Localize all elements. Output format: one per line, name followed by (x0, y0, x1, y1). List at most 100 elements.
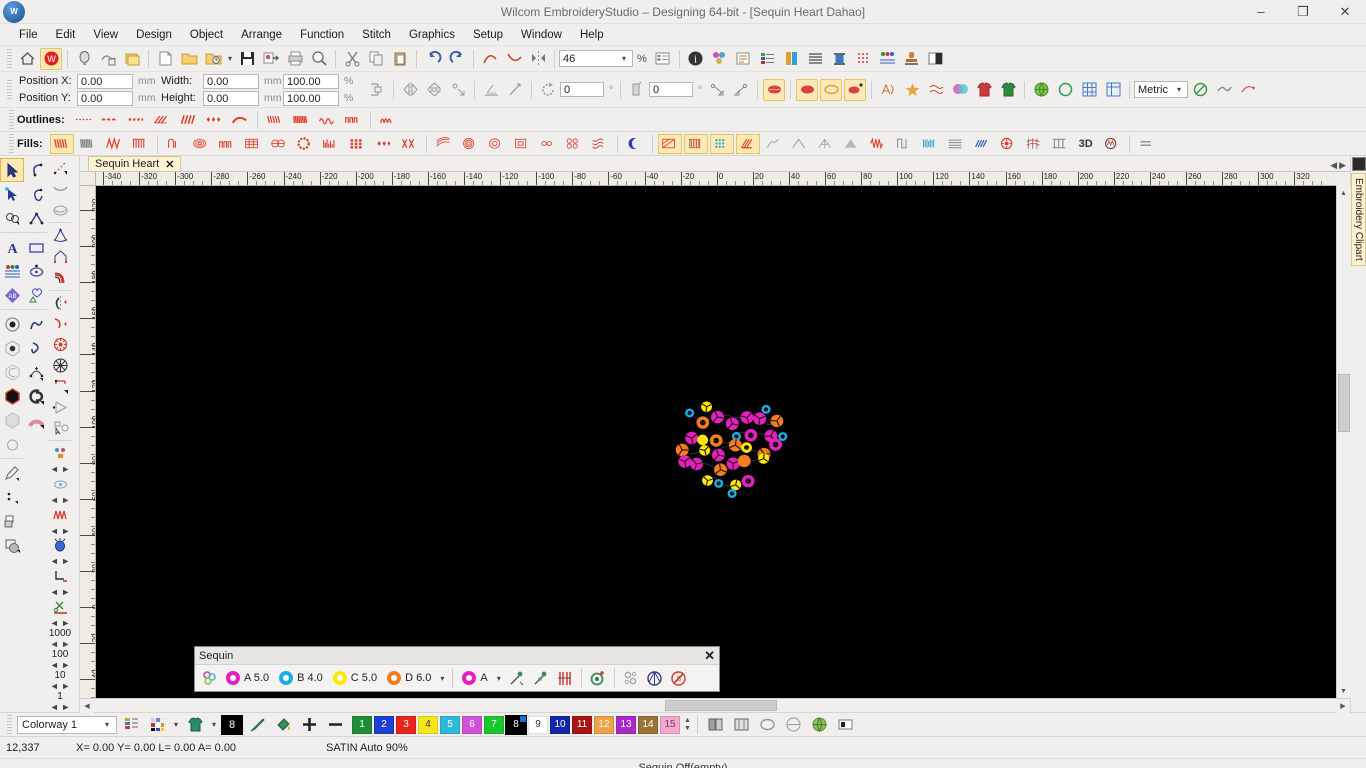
curve-tool-icon[interactable] (24, 158, 48, 182)
ellipse-outline-icon[interactable] (48, 200, 72, 221)
vertical-scrollbar[interactable]: ▲ ▼ (1336, 186, 1350, 698)
travel-cut-icon[interactable] (48, 597, 72, 618)
curve-offset-icon[interactable] (48, 267, 72, 288)
tatami-fill-icon[interactable] (50, 134, 74, 154)
print-icon[interactable] (284, 48, 306, 70)
raised-satin-icon[interactable] (315, 110, 339, 130)
insert-design-icon[interactable] (97, 48, 119, 70)
open-curve-icon[interactable] (24, 336, 48, 360)
design-canvas[interactable]: Sequin ✕ A 5.0 B 4.0 (96, 186, 1336, 698)
recent-folder-icon[interactable] (202, 48, 224, 70)
ellipse-digitize-icon[interactable] (24, 259, 48, 283)
satin-outline-icon[interactable] (263, 110, 287, 130)
paste-object-icon[interactable] (503, 48, 525, 70)
sequin-multi-icon[interactable] (710, 134, 734, 154)
skew-box-icon[interactable] (626, 79, 648, 101)
star-fill2-icon[interactable] (293, 134, 317, 154)
embroidery-clipart-tab[interactable]: Embroidery Clipart (1351, 173, 1366, 266)
spiral-tool-icon[interactable] (24, 182, 48, 206)
background-icon[interactable] (925, 48, 947, 70)
sequin-random-tool-icon[interactable] (620, 667, 642, 689)
clipart-shape-icon[interactable] (24, 283, 48, 307)
wreath-icon[interactable] (48, 334, 72, 355)
travel-arrows-6[interactable]: ◄ ► (50, 618, 70, 628)
steil-fill-icon[interactable] (128, 134, 152, 154)
mirror-object-icon[interactable] (48, 293, 72, 314)
color-palette-grid-icon[interactable] (146, 714, 168, 736)
travel-color-icon[interactable] (48, 505, 72, 526)
color-swatch-9[interactable]: 9 (528, 716, 548, 734)
travel-step-1000[interactable]: 1000 (49, 628, 71, 639)
select-stitch-icon[interactable] (48, 417, 72, 438)
sequin-chip-B[interactable]: B 4.0 (275, 670, 327, 686)
travel-step-1[interactable]: 1 (57, 691, 63, 702)
horizontal-scroll-track[interactable] (94, 699, 1336, 712)
horizontal-scroll-thumb[interactable] (665, 700, 777, 711)
undo-icon[interactable] (422, 48, 444, 70)
show-hoop-icon[interactable] (757, 714, 779, 736)
arc-tool-icon[interactable] (24, 408, 48, 432)
travel-icon[interactable] (1237, 79, 1259, 101)
stitch-grid-icon[interactable] (853, 48, 875, 70)
contour-fill-icon[interactable] (163, 134, 187, 154)
pencil-icon[interactable] (0, 461, 24, 485)
vertical-column-icon[interactable] (892, 134, 916, 154)
florentine-fill-icon[interactable] (484, 134, 508, 154)
fabric-caret-icon[interactable]: ▾ (171, 720, 181, 729)
accordion-fill-icon[interactable] (432, 134, 456, 154)
copy-object-icon[interactable] (479, 48, 501, 70)
color-swatch-6[interactable]: 6 (462, 716, 482, 734)
color-swatch-14[interactable]: 14 (638, 716, 658, 734)
outlines-grip[interactable] (9, 110, 14, 130)
3d-view-toggle-icon[interactable] (809, 714, 831, 736)
travel-step-100[interactable]: 100 (52, 649, 69, 660)
radial-fill-icon[interactable] (267, 134, 291, 154)
color-swatch-2[interactable]: 2 (374, 716, 394, 734)
clipart-icon[interactable] (1352, 157, 1366, 171)
stitch-select-icon[interactable] (0, 206, 24, 230)
new-document-icon[interactable] (154, 48, 176, 70)
grid-icon[interactable] (1078, 79, 1100, 101)
stemstitch-icon[interactable] (150, 110, 174, 130)
design-library-icon[interactable] (121, 48, 143, 70)
document-tab-close-icon[interactable]: ✕ (165, 158, 174, 171)
menu-setup[interactable]: Setup (464, 26, 512, 44)
blanket-stitch-icon[interactable] (228, 110, 252, 130)
save-icon[interactable] (236, 48, 258, 70)
tshirt-icon[interactable] (973, 79, 995, 101)
run-stitch-icon[interactable] (72, 110, 96, 130)
sequin-off-icon[interactable]: S (668, 667, 690, 689)
sequin-current-caret-icon[interactable]: ▾ (494, 674, 504, 683)
tab-nav-right-icon[interactable]: ▶ (1339, 160, 1346, 171)
zigzag-column-icon[interactable] (866, 134, 890, 154)
zoom-caret-icon[interactable]: ▾ (619, 54, 629, 63)
design-information-icon[interactable]: i (685, 48, 707, 70)
reshape-node-icon[interactable] (0, 182, 24, 206)
color-swatch-15[interactable]: 15 (660, 716, 680, 734)
lettering-effect-icon[interactable] (877, 79, 899, 101)
sequin-docker-close-icon[interactable]: ✕ (704, 648, 715, 664)
travel-step-10[interactable]: 10 (54, 670, 65, 681)
mirror-merge-tool-icon[interactable] (24, 384, 48, 408)
toggle-tcp-icon[interactable] (1189, 79, 1211, 101)
measure-unit-select[interactable]: Metric ▾ (1134, 81, 1188, 98)
triple-run-icon[interactable] (98, 110, 122, 130)
star-fill-icon[interactable] (901, 79, 923, 101)
design-list-icon[interactable] (652, 48, 674, 70)
color-swatch-1[interactable]: 1 (352, 716, 372, 734)
vertical-scroll-thumb[interactable] (1338, 374, 1350, 432)
digitize-closed-icon[interactable] (0, 312, 24, 336)
color-swatch-4[interactable]: 4 (418, 716, 438, 734)
rotate-value[interactable]: 0 (560, 82, 604, 97)
travel-arrows-7[interactable]: ◄ ► (50, 639, 70, 649)
pattern-fill-icon[interactable] (562, 134, 586, 154)
skew-horizontal-icon[interactable] (480, 79, 502, 101)
trapunto-icon[interactable] (736, 134, 760, 154)
carousel-icon[interactable] (48, 376, 72, 397)
show-grid-icon[interactable] (783, 714, 805, 736)
polygon-icon[interactable] (0, 408, 24, 432)
freehand-icon[interactable] (24, 312, 48, 336)
gradient-fill-icon[interactable] (814, 134, 838, 154)
thread-spool-icon[interactable] (829, 48, 851, 70)
wave-fill-icon[interactable] (925, 79, 947, 101)
